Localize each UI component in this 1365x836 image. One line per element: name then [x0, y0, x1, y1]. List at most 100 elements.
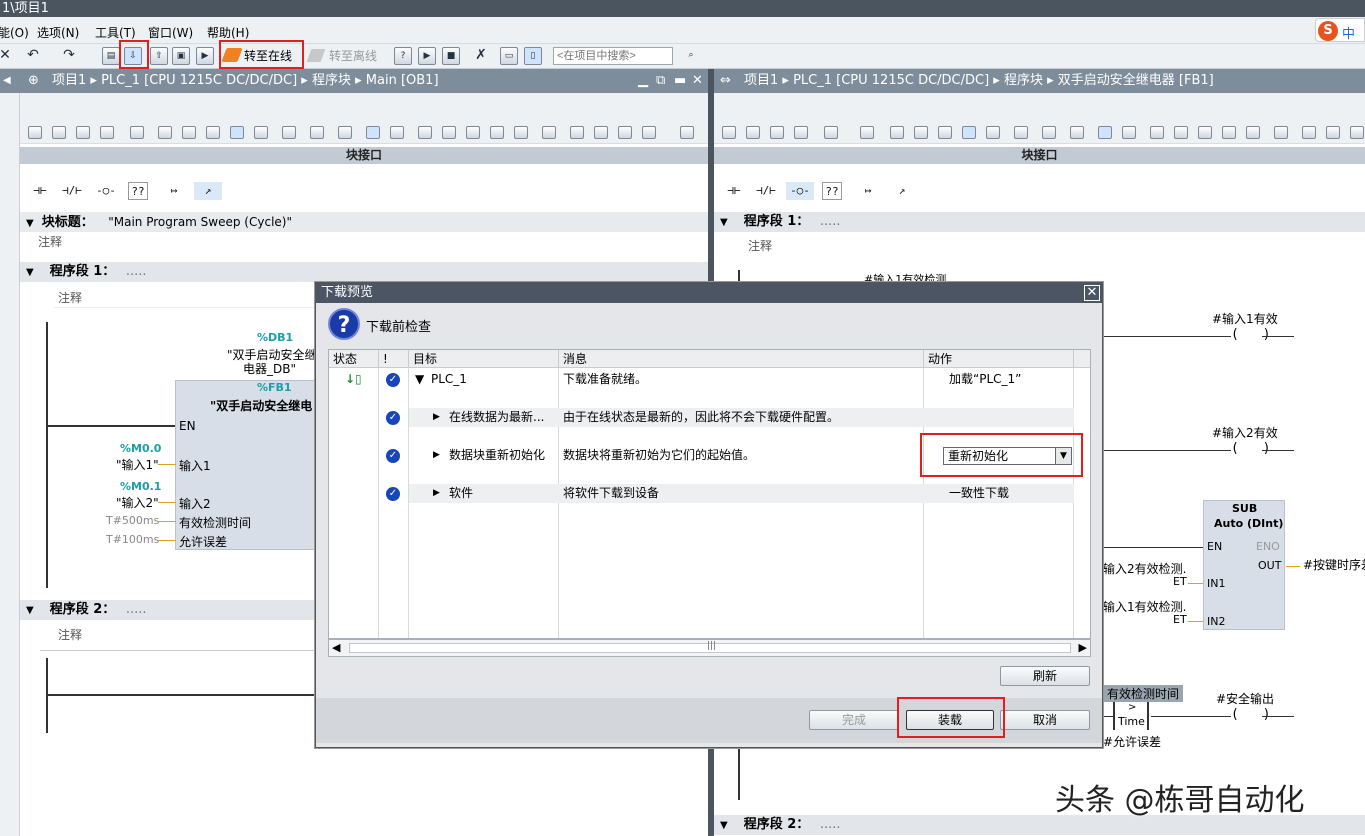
- grid-row-plc[interactable]: ↓▯ ✓ ▼ PLC_1 下载准备就绪。 加载“PLC_1”: [329, 370, 1090, 389]
- right-network-1-comment[interactable]: 注释: [744, 236, 1365, 256]
- menu-help[interactable]: 帮助(H): [207, 24, 249, 41]
- open-branch-icon[interactable]: ↦: [160, 182, 188, 200]
- left-network-2-title[interactable]: .....: [126, 602, 147, 617]
- go-online-button[interactable]: 转至在线: [221, 47, 292, 65]
- tag-info-icon[interactable]: [338, 126, 352, 139]
- collapse-network-1-icon[interactable]: ▼: [26, 263, 34, 283]
- r-goto-error-icon[interactable]: [1014, 126, 1028, 139]
- undo-icon[interactable]: ↶: [24, 47, 42, 65]
- network-insert-icon[interactable]: [28, 126, 42, 139]
- r-insert-row-icon[interactable]: [770, 126, 784, 139]
- expand-icon[interactable]: ▶: [433, 446, 440, 465]
- load-button[interactable]: 装载: [906, 710, 994, 730]
- compile-icon[interactable]: ▤: [102, 47, 120, 65]
- col-target[interactable]: 目标: [409, 350, 559, 368]
- maximize-icon[interactable]: ▬: [674, 69, 686, 93]
- compare-operand-1[interactable]: 有效检测时间: [1103, 685, 1184, 702]
- comment-toggle-icon[interactable]: [230, 126, 244, 139]
- menu-options[interactable]: 选项(N): [37, 24, 79, 41]
- coil1-tag[interactable]: #输入1有效: [1212, 310, 1278, 327]
- left-crumb-plc[interactable]: PLC_1 [CPU 1215C DC/DC/DC]: [101, 73, 297, 88]
- dialog-close-icon[interactable]: ✕: [1084, 285, 1100, 301]
- grid-row-software[interactable]: ▶ 软件 将软件下载到设备 一致性下载: [409, 484, 1074, 503]
- sub-datatype[interactable]: Auto (DInt): [1214, 517, 1283, 530]
- left-crumb-main[interactable]: Main [OB1]: [366, 73, 439, 88]
- expand-icon[interactable]: ▶: [433, 408, 440, 427]
- block-comment[interactable]: 注释: [34, 232, 708, 252]
- left-network-1-title[interactable]: .....: [126, 264, 147, 279]
- sub-out-tag[interactable]: #按键时序差: [1303, 556, 1365, 573]
- scroll-right-icon[interactable]: ▶: [1079, 641, 1087, 654]
- left-crumb-project[interactable]: 项目1: [52, 73, 86, 88]
- coil2-tag[interactable]: #输入2有效: [1212, 424, 1278, 441]
- r-comment-toggle-icon[interactable]: [962, 126, 976, 139]
- right-crumb-fb1[interactable]: 双手启动安全继电器 [FB1]: [1058, 73, 1214, 88]
- pin-icon[interactable]: ⊕: [28, 69, 39, 93]
- r-empty-box-icon[interactable]: ??: [822, 182, 842, 200]
- search-project-icon[interactable]: ⌕: [682, 47, 700, 65]
- nc-contact-icon[interactable]: ⊣/⊢: [58, 182, 86, 200]
- col-warning[interactable]: !: [379, 350, 409, 368]
- compare-operand-2[interactable]: #允许误差: [1103, 733, 1161, 750]
- download-to-device-icon[interactable]: ⇩: [124, 47, 142, 65]
- right-block-interface-bar[interactable]: 块接口: [714, 147, 1365, 164]
- coil3-symbol[interactable]: ( ): [1231, 707, 1278, 722]
- simulation-icon[interactable]: ▶: [196, 47, 214, 65]
- r-star-icon[interactable]: [1122, 126, 1136, 139]
- split-horizontal-icon[interactable]: ▭: [500, 47, 518, 65]
- block-title-row[interactable]: ▼ 块标题： "Main Program Sweep (Cycle)": [20, 212, 708, 232]
- project-search-input[interactable]: [553, 47, 673, 65]
- call-env-icon[interactable]: [466, 126, 480, 139]
- r-monitor-icon[interactable]: [1150, 126, 1164, 139]
- collapse-network-2-icon[interactable]: ▼: [26, 601, 34, 621]
- r-goto-next-icon[interactable]: [1042, 126, 1056, 139]
- r-step-icon[interactable]: [1274, 126, 1288, 139]
- input2-tag[interactable]: "输入2": [116, 494, 159, 511]
- float-icon[interactable]: ⧉: [656, 69, 665, 93]
- close-icon[interactable]: ✕: [0, 47, 14, 65]
- r-network-insert-icon[interactable]: [722, 126, 736, 139]
- go-offline-button[interactable]: 转至离线: [306, 47, 377, 65]
- absolute-address-icon[interactable]: [158, 126, 172, 139]
- network-comments-icon[interactable]: [366, 126, 380, 139]
- insert-row-icon[interactable]: [76, 126, 90, 139]
- pause-icon[interactable]: [618, 126, 632, 139]
- goto-error-icon[interactable]: [282, 126, 296, 139]
- r-shortcut-icon[interactable]: [914, 126, 928, 139]
- menu-tools[interactable]: 工具(T): [95, 24, 136, 41]
- modify-icon[interactable]: [442, 126, 456, 139]
- refresh-icon[interactable]: [642, 126, 656, 139]
- split-vertical-icon[interactable]: ▯: [524, 47, 542, 65]
- favorite-icon[interactable]: [254, 126, 268, 139]
- r-append-row-icon[interactable]: [794, 126, 808, 139]
- r-collapse-network-1-icon[interactable]: ▼: [720, 213, 728, 233]
- cancel-button[interactable]: 取消: [1000, 710, 1090, 730]
- monitor-icon[interactable]: [418, 126, 432, 139]
- shortcut-icon[interactable]: [182, 126, 196, 139]
- close-branch-icon[interactable]: ↗: [194, 182, 222, 200]
- force-icon[interactable]: [514, 126, 528, 139]
- expand-plc-icon[interactable]: ▼: [415, 370, 424, 389]
- stop-cpu-icon[interactable]: ■: [442, 47, 460, 65]
- compare-contact[interactable]: > Time: [1113, 702, 1149, 730]
- r-absolute-icon[interactable]: [890, 126, 904, 139]
- right-crumb-blocks[interactable]: 程序块: [1004, 73, 1043, 88]
- cross-reference-icon[interactable]: ✗: [472, 47, 490, 65]
- scroll-left-icon[interactable]: ◀: [332, 641, 340, 654]
- network-delete-icon[interactable]: [52, 126, 66, 139]
- col-status[interactable]: 状态: [329, 350, 379, 368]
- right-network-1-title[interactable]: .....: [820, 214, 841, 229]
- r-network-delete-icon[interactable]: [746, 126, 760, 139]
- r-run-icon[interactable]: [1326, 126, 1340, 139]
- chevron-down-icon[interactable]: ▼: [1055, 448, 1071, 464]
- input1-tag[interactable]: "输入1": [116, 456, 159, 473]
- left-crumb-blocks[interactable]: 程序块: [312, 73, 351, 88]
- settings-icon[interactable]: [680, 126, 694, 139]
- block-title-value[interactable]: "Main Program Sweep (Cycle)": [108, 215, 292, 229]
- finish-button[interactable]: 完成: [809, 710, 899, 730]
- left-network-1-header[interactable]: ▼ 程序段 1： .....: [20, 262, 708, 282]
- breakpoint-icon[interactable]: [570, 126, 584, 139]
- expand-icon[interactable]: ▶: [433, 484, 440, 503]
- menu-function[interactable]: 能(O): [0, 24, 29, 41]
- accessible-devices-icon[interactable]: ?: [394, 47, 412, 65]
